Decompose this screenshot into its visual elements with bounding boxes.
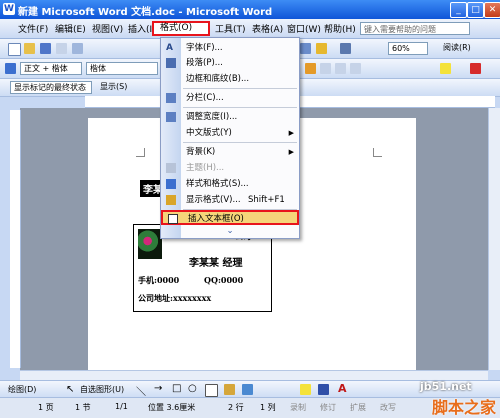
save-icon[interactable] xyxy=(40,43,51,54)
menu-item-styles[interactable]: 样式和格式(S)... xyxy=(161,177,299,191)
reveal-format-icon xyxy=(166,195,176,205)
font-color-icon[interactable] xyxy=(470,63,481,74)
status-page: 1 页 xyxy=(38,403,54,412)
submenu-arrow-icon: ▶ xyxy=(288,148,294,156)
status-section: 1 节 xyxy=(75,403,91,412)
menu-window[interactable]: 窗口(W) xyxy=(287,22,321,35)
justify-icon[interactable] xyxy=(350,63,361,74)
paragraph-icon xyxy=(166,58,176,68)
watermark-site: jb51.net xyxy=(420,380,472,393)
menu-view[interactable]: 视图(V) xyxy=(92,22,123,35)
menu-edit[interactable]: 编辑(E) xyxy=(55,22,86,35)
line-color-icon[interactable] xyxy=(318,384,329,395)
fill-color-icon[interactable] xyxy=(300,384,311,395)
flower-image xyxy=(138,229,162,259)
theme-icon xyxy=(166,163,176,173)
menu-item-background[interactable]: 背景(K) ▶ xyxy=(161,145,299,159)
minimize-button[interactable]: _ xyxy=(450,2,467,18)
title-bar: W 新建 Microsoft Word 文档.doc - Microsoft W… xyxy=(0,0,500,19)
margin-mark-left xyxy=(136,148,145,157)
status-bar: 1 页 1 节 1/1 位置 3.6厘米 2 行 1 列 录制 修订 扩展 改写 xyxy=(0,397,500,418)
align-right-icon[interactable] xyxy=(335,63,346,74)
markup-select[interactable]: 显示标记的最终状态 xyxy=(10,81,92,94)
arrow-icon[interactable]: → xyxy=(154,383,162,394)
menu-format[interactable]: 格式(O) xyxy=(152,21,210,36)
show-hide-icon[interactable] xyxy=(340,43,351,54)
line-icon[interactable]: ＼ xyxy=(136,383,146,398)
chevron-down-icon: ⌄ xyxy=(226,226,234,236)
new-icon[interactable] xyxy=(8,43,21,56)
status-record[interactable]: 录制 xyxy=(290,402,306,413)
show-markup-button[interactable]: 显示(S) xyxy=(97,81,147,94)
style-select[interactable]: 正文 + 楷体 xyxy=(20,62,82,75)
zoom-select[interactable]: 60% xyxy=(388,42,428,55)
status-overtype[interactable]: 改写 xyxy=(380,402,396,413)
print-icon[interactable] xyxy=(72,43,83,54)
open-icon[interactable] xyxy=(24,43,35,54)
status-col: 1 列 xyxy=(260,403,276,412)
menu-item-asian-layout[interactable]: 中文版式(Y) ▶ xyxy=(161,126,299,140)
menu-item-theme[interactable]: 主题(H)... xyxy=(161,161,299,175)
permission-icon[interactable] xyxy=(56,43,67,54)
columns-toolbar-icon[interactable] xyxy=(316,43,327,54)
width-icon xyxy=(166,112,176,122)
vertical-ruler[interactable] xyxy=(10,110,21,368)
window-title: 新建 Microsoft Word 文档.doc - Microsoft Wor… xyxy=(18,7,273,18)
font-select[interactable]: 楷体 xyxy=(86,62,158,75)
word-app-icon: W xyxy=(3,3,15,15)
status-extend[interactable]: 扩展 xyxy=(350,402,366,413)
menu-item-font[interactable]: A 字体(F)... xyxy=(161,41,299,55)
card-name: 李某某 经理 xyxy=(189,258,243,269)
rectangle-icon[interactable]: □ xyxy=(172,383,181,394)
vertical-scrollbar[interactable] xyxy=(488,108,500,370)
menu-item-adjust-width[interactable]: 调整宽度(I)... xyxy=(161,110,299,124)
menu-item-borders[interactable]: 边框和底纹(B)... xyxy=(161,72,299,86)
status-pages: 1/1 xyxy=(115,402,128,411)
autoshapes-button[interactable]: 自选图形(U) xyxy=(80,384,124,395)
textbox-toolbar-icon[interactable] xyxy=(205,384,218,397)
font-icon: A xyxy=(166,43,173,53)
format-menu: A 字体(F)... 段落(P)... 边框和底纹(B)... 分栏(C)...… xyxy=(160,37,300,239)
read-mode-button[interactable]: 阅读(R) xyxy=(440,42,495,55)
status-position: 位置 3.6厘米 xyxy=(148,403,196,412)
menu-help[interactable]: 帮助(H) xyxy=(324,22,356,35)
styles-icon xyxy=(166,179,176,189)
menu-item-reveal-format[interactable]: 显示格式(V)... Shift+F1 xyxy=(161,193,299,207)
menu-item-paragraph[interactable]: 段落(P)... xyxy=(161,56,299,70)
status-line: 2 行 xyxy=(228,403,244,412)
menu-tools[interactable]: 工具(T) xyxy=(215,22,246,35)
watermark-name: 脚本之家 xyxy=(432,398,497,417)
wordart-icon[interactable] xyxy=(224,384,235,395)
submenu-arrow-icon: ▶ xyxy=(288,129,294,137)
card-address: 公司地址:xxxxxxxx xyxy=(138,293,212,303)
diagram-icon[interactable] xyxy=(242,384,253,395)
menu-item-columns[interactable]: 分栏(C)... xyxy=(161,91,299,105)
oval-icon[interactable]: ○ xyxy=(188,383,197,394)
select-objects-icon[interactable]: ↖ xyxy=(66,384,74,395)
maximize-button[interactable]: □ xyxy=(467,2,484,18)
align-center-icon[interactable] xyxy=(320,63,331,74)
card-phone: 手机:0000 xyxy=(138,275,180,285)
highlight-icon[interactable] xyxy=(440,63,451,74)
card-qq: QQ:0000 xyxy=(204,275,244,285)
table-icon[interactable] xyxy=(300,43,311,54)
status-track[interactable]: 修订 xyxy=(320,402,336,413)
margin-mark-right xyxy=(373,148,382,157)
draw-menu-button[interactable]: 绘图(D) xyxy=(8,384,36,395)
help-search-input[interactable]: 键入需要帮助的问题 xyxy=(360,22,470,35)
textbox-icon xyxy=(168,214,178,224)
menu-table[interactable]: 表格(A) xyxy=(252,22,283,35)
styles-pane-icon[interactable] xyxy=(5,63,16,74)
font-color-draw-icon[interactable]: A xyxy=(338,382,347,395)
menu-file[interactable]: 文件(F) xyxy=(18,22,48,35)
close-button[interactable]: ✕ xyxy=(484,2,500,18)
align-left-icon[interactable] xyxy=(305,63,316,74)
menu-item-insert-textbox[interactable]: 插入文本框(O) xyxy=(161,210,299,225)
menu-expand-button[interactable]: ⌄ xyxy=(161,225,299,237)
columns-icon xyxy=(166,93,176,103)
